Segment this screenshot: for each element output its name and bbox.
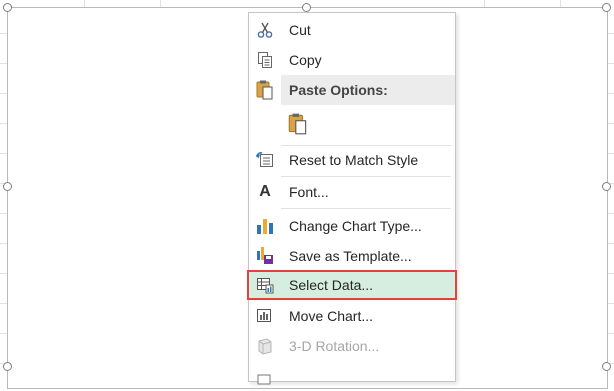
menu-item-label: Font... (289, 184, 329, 200)
move-chart-icon (249, 301, 281, 331)
menu-item-label: Cut (289, 22, 311, 38)
reset-style-icon (249, 145, 281, 175)
resize-handle-top-left[interactable] (3, 3, 12, 12)
clipboard-icon (249, 75, 281, 105)
resize-handle-bottom-right[interactable] (602, 362, 611, 371)
paste-options-row (249, 107, 455, 141)
menu-separator (281, 208, 451, 209)
menu-item-3d-rotation: 3-D Rotation... (249, 331, 455, 361)
context-menu: Cut Copy Paste Options: Reset to Match S… (247, 12, 457, 385)
3d-rotation-icon (249, 331, 281, 361)
copy-icon (249, 45, 281, 75)
paste-options-header: Paste Options: (249, 75, 455, 105)
menu-item-label: Select Data... (289, 277, 374, 293)
chart-type-icon (249, 211, 281, 241)
paste-button[interactable] (285, 111, 311, 137)
menu-item-label: Paste Options: (289, 82, 388, 98)
menu-item-label: Copy (289, 52, 322, 68)
menu-item-reset-to-match-style[interactable]: Reset to Match Style (249, 145, 455, 175)
menu-item-change-chart-type[interactable]: Change Chart Type... (249, 211, 455, 241)
resize-handle-top-right[interactable] (602, 3, 611, 12)
scissors-icon (249, 15, 281, 45)
menu-item-label: Move Chart... (289, 308, 374, 324)
menu-item-partial[interactable] (249, 361, 455, 391)
menu-item-label: Change Chart Type... (289, 218, 422, 234)
menu-item-save-as-template[interactable]: Save as Template... (249, 241, 455, 271)
menu-item-label: Save as Template... (289, 248, 412, 264)
format-icon (249, 361, 281, 391)
menu-item-cut[interactable]: Cut (249, 15, 455, 45)
select-data-icon (249, 270, 281, 300)
resize-handle-top[interactable] (302, 3, 311, 12)
resize-handle-bottom-left[interactable] (3, 362, 12, 371)
resize-handle-right[interactable] (602, 182, 611, 191)
icon-column-spacer (249, 109, 281, 139)
menu-item-label: 3-D Rotation... (289, 338, 380, 354)
menu-item-move-chart[interactable]: Move Chart... (249, 301, 455, 331)
menu-item-label: Reset to Match Style (289, 152, 419, 168)
font-icon: A (259, 183, 271, 200)
menu-item-copy[interactable]: Copy (249, 45, 455, 75)
menu-item-select-data[interactable]: Select Data... (247, 270, 457, 300)
menu-item-font[interactable]: A Font... (249, 177, 455, 207)
save-template-icon (249, 241, 281, 271)
paste-icon (288, 113, 307, 135)
resize-handle-left[interactable] (3, 182, 12, 191)
